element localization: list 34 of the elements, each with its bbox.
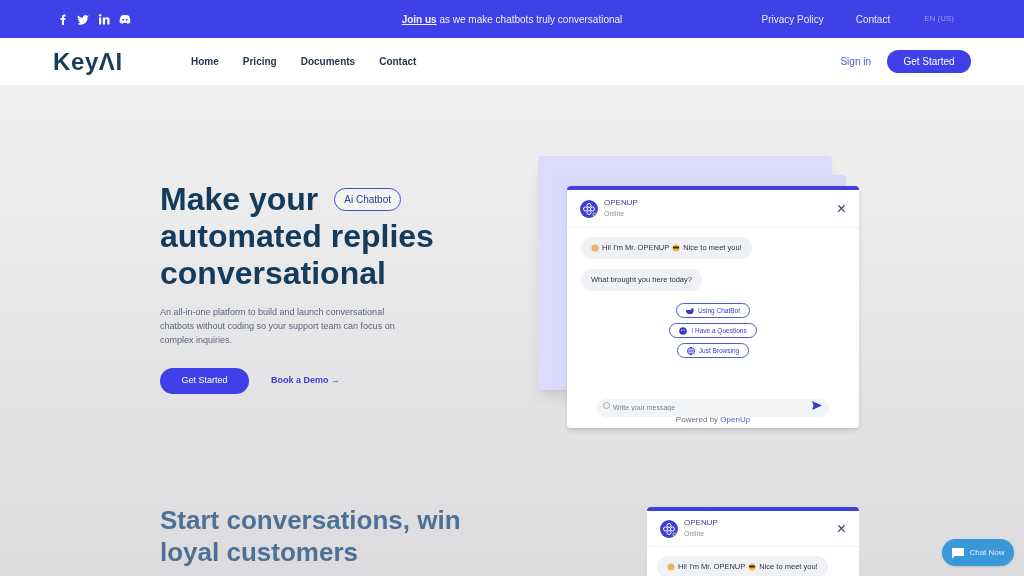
top-link[interactable]: Contact [855, 11, 891, 27]
bot-name: OPENUP [604, 197, 639, 210]
twitter-icon[interactable] [77, 13, 89, 25]
close-button[interactable]: × [836, 520, 846, 537]
discord-icon[interactable] [119, 13, 131, 25]
get-started-button[interactable]: Get Started [160, 368, 249, 394]
sunglasses-face-icon [672, 244, 681, 252]
get-started-button[interactable]: Get Started [887, 50, 971, 73]
globe-icon [686, 346, 695, 355]
bot-name: OPENUP [684, 517, 719, 530]
section-heading: loyal customers [160, 536, 359, 568]
close-button[interactable]: × [836, 200, 846, 217]
description-text: An all-in-one platform to build and launch conversational chatbots without coding so your support team can focus on complex inquiries. [160, 306, 396, 347]
section-heading: Start conversations, win [160, 504, 461, 536]
nav-link[interactable]: Documents [300, 54, 356, 69]
logo[interactable]: KeyΛI [53, 43, 191, 80]
announcement-text: Join us as we make chatbots truly conversational [400, 12, 624, 27]
bot-avatar-icon [660, 519, 678, 538]
bot-avatar-icon [580, 199, 598, 218]
headline-text: automated replies [160, 218, 434, 255]
nav-link[interactable]: Home [191, 54, 219, 69]
chat-bubble-icon [951, 546, 966, 559]
book-demo-link[interactable]: Book a Demo → [271, 374, 340, 388]
send-icon [812, 401, 822, 410]
nav-link[interactable]: Pricing [242, 54, 277, 69]
sign-in-link[interactable]: Sign in [840, 54, 871, 69]
linkedin-icon[interactable] [98, 13, 110, 25]
headline-text: Make your [160, 181, 319, 218]
nav-link[interactable]: Contact [379, 54, 417, 69]
badge: Ai Chatbot [334, 188, 401, 211]
sunglasses-face-icon [748, 563, 757, 571]
headline-text: conversational [160, 255, 386, 292]
top-link[interactable]: Privacy Policy [761, 11, 824, 27]
powered-by-text: Powered by OpenUp [674, 414, 752, 426]
